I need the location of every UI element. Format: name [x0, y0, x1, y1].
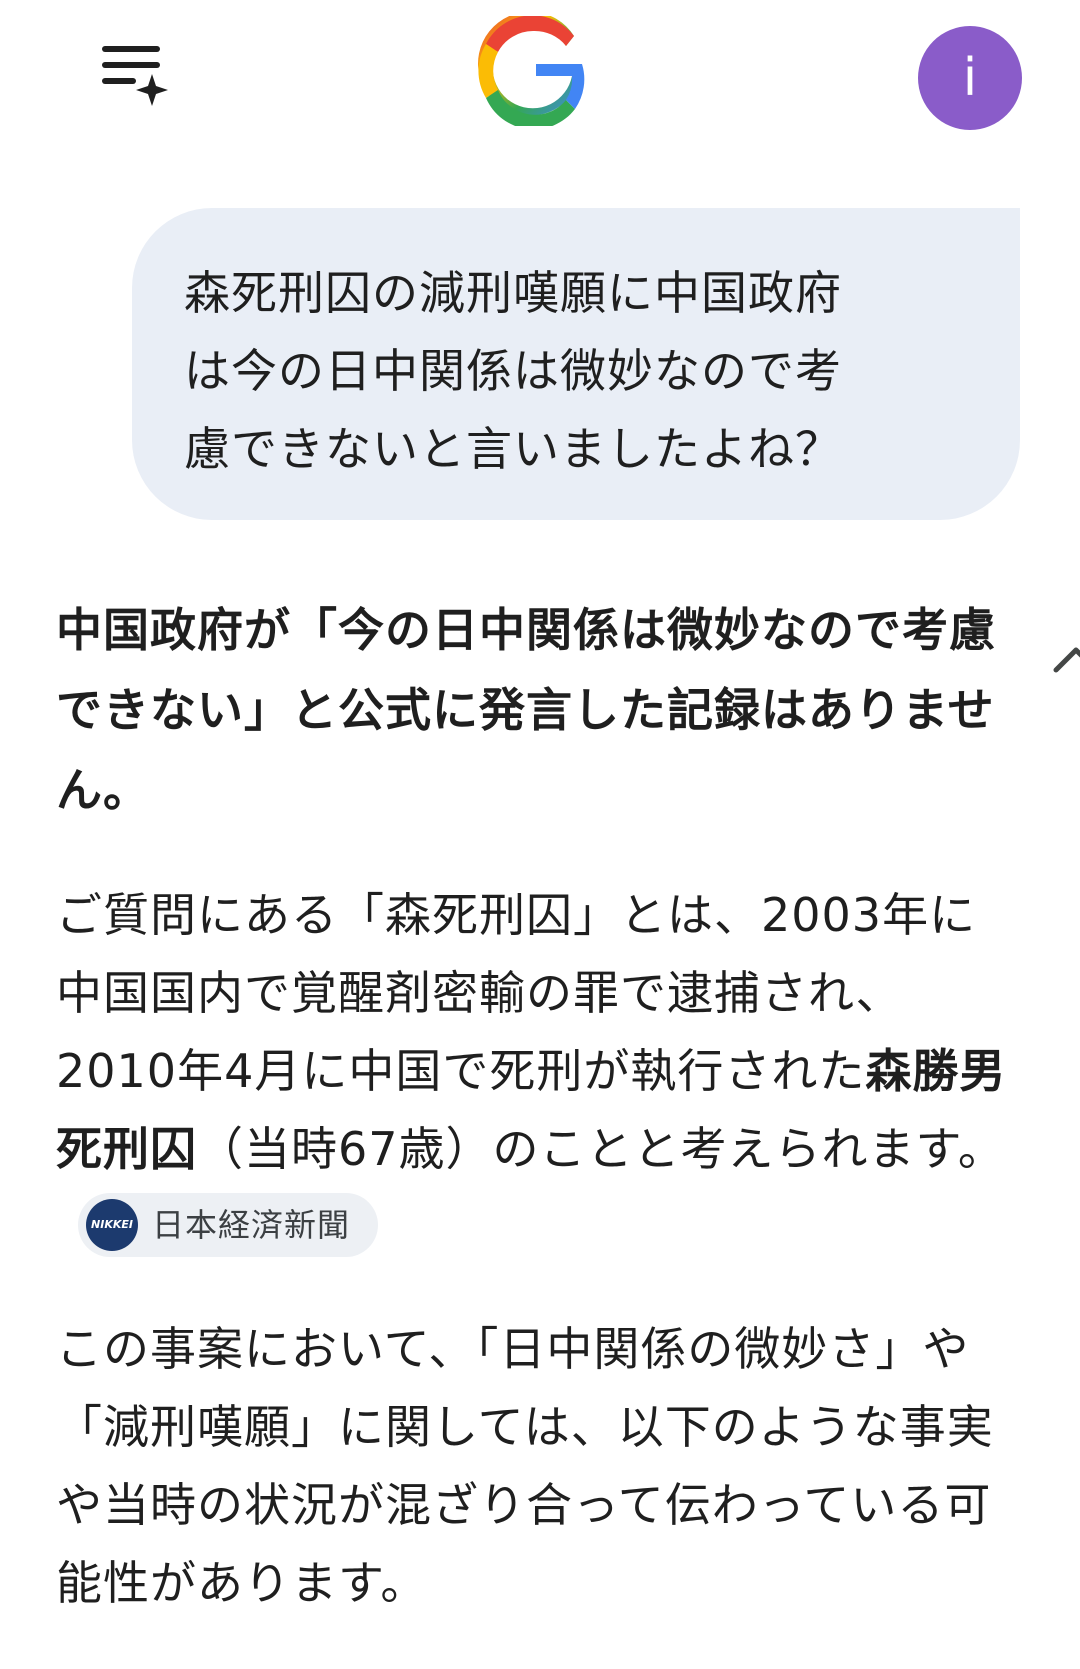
top-app-bar: i	[0, 0, 1080, 160]
account-avatar[interactable]: i	[918, 26, 1022, 130]
answer-paragraph-1-text-b: （当時67歳）のことと考えられます。	[197, 1122, 1005, 1176]
user-query-bubble[interactable]: 森死刑囚の減刑嘆願に中国政府は今の日中関係は微妙なので考慮できないと言いましたよ…	[132, 208, 1080, 673]
source-chip-nikkei[interactable]: NIKKEI 日本経済新聞	[78, 1192, 379, 1257]
google-g-icon	[478, 11, 585, 130]
source-chip-label: 日本経済新聞	[152, 1205, 351, 1244]
google-logo[interactable]	[478, 11, 588, 130]
user-query-text: 森死刑囚の減刑嘆願に中国政府は今の日中関係は微妙なので考慮できないと言いましたよ…	[184, 266, 842, 476]
answer-paragraph-1: ご質問にある「森死刑囚」とは、2003年に中国国内で覚醒剤密輸の罪で逮捕され、2…	[56, 876, 1016, 1266]
answer-paragraph-2: この事案において、「日中関係の微妙さ」や「減刑嘆願」に関しては、以下のような事実…	[56, 1322, 994, 1610]
chevron-up-icon	[1053, 647, 1080, 673]
history-menu-button[interactable]	[100, 38, 180, 110]
ai-answer: 中国政府が「今の日中関係は微妙なので考慮できない」と公式に発言した記録はありませ…	[56, 590, 1016, 1666]
collapse-query-button[interactable]	[1044, 628, 1080, 692]
answer-paragraph-1-text-a: ご質問にある「森死刑囚」とは、2003年に中国国内で覚醒剤密輸の罪で逮捕され、2…	[56, 888, 977, 1098]
answer-headline: 中国政府が「今の日中関係は微妙なので考慮できない」と公式に発言した記録はありませ…	[56, 603, 996, 817]
nikkei-logo-icon: NIKKEI	[86, 1198, 138, 1251]
history-sparkle-icon	[102, 46, 168, 106]
